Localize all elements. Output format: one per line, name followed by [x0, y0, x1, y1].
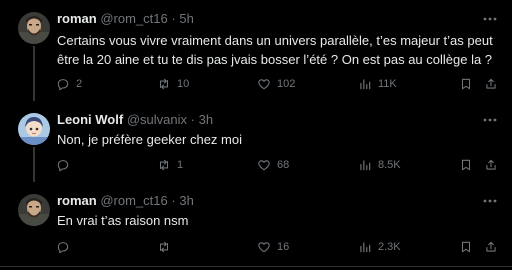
share-icon	[486, 159, 496, 170]
reply-button[interactable]	[56, 238, 76, 256]
handle[interactable]: @sulvanix	[127, 112, 187, 127]
views-button[interactable]: 8.5K	[358, 156, 401, 174]
tweet-header: roman @rom_ct16 · 5h	[57, 11, 194, 27]
views-button[interactable]: 2.3K	[358, 238, 401, 256]
repost-icon	[159, 241, 169, 253]
tweet-text: En vrai t’as raison nsm	[57, 213, 189, 228]
share-icon	[486, 241, 496, 252]
reply-icon	[57, 242, 69, 254]
thread-line	[33, 46, 35, 101]
reply-count: 2	[76, 78, 83, 90]
action-bar: 16 2.3K	[56, 238, 496, 256]
bookmark-icon	[461, 159, 471, 171]
timestamp[interactable]: 3h	[199, 112, 213, 127]
tweet-header: roman @rom_ct16 · 3h	[57, 193, 194, 209]
action-bar: 2 10 102 11K	[56, 75, 496, 93]
handle[interactable]: @rom_ct16	[100, 193, 167, 208]
heart-icon	[258, 79, 270, 90]
tweet-1[interactable]: roman @rom_ct16 · 5h Certains vous vivre…	[0, 0, 512, 101]
reply-icon	[57, 79, 69, 91]
avatar[interactable]	[18, 194, 50, 226]
views-icon	[360, 79, 371, 90]
repost-count: 1	[177, 159, 184, 171]
reply-button[interactable]	[56, 156, 76, 174]
bookmark-button[interactable]	[459, 238, 473, 256]
reply-button[interactable]: 2	[56, 75, 82, 93]
views-count: 2.3K	[378, 241, 401, 253]
tweet-text: Certains vous vivre vraiment dans un uni…	[57, 33, 493, 67]
bottom-divider	[0, 266, 512, 267]
share-button[interactable]	[484, 238, 498, 256]
like-button[interactable]: 68	[257, 156, 289, 174]
timestamp[interactable]: 3h	[179, 193, 193, 208]
bookmark-icon	[461, 241, 471, 253]
heart-icon	[258, 242, 270, 253]
bookmark-button[interactable]	[459, 75, 473, 93]
like-count: 16	[277, 241, 290, 253]
repost-button[interactable]	[157, 238, 177, 256]
like-count: 102	[277, 78, 296, 90]
timestamp[interactable]: 5h	[179, 11, 193, 26]
avatar[interactable]	[18, 12, 50, 44]
more-horizontal-icon[interactable]	[482, 194, 498, 210]
tweet-3[interactable]: roman @rom_ct16 · 3h En vrai t’as raison…	[0, 182, 512, 263]
like-button[interactable]: 16	[257, 238, 289, 256]
bookmark-button[interactable]	[459, 156, 473, 174]
views-count: 11K	[378, 78, 397, 90]
avatar[interactable]	[18, 113, 50, 145]
repost-button[interactable]: 10	[157, 75, 189, 93]
display-name[interactable]: Leoni Wolf	[57, 112, 123, 127]
tweet-header: Leoni Wolf @sulvanix · 3h	[57, 112, 213, 128]
reply-icon	[57, 160, 69, 172]
views-icon	[360, 160, 371, 171]
more-horizontal-icon[interactable]	[482, 113, 498, 129]
handle[interactable]: @rom_ct16	[100, 11, 167, 26]
separator: ·	[171, 193, 176, 208]
bookmark-icon	[461, 78, 471, 90]
views-count: 8.5K	[378, 159, 401, 171]
share-button[interactable]	[484, 156, 498, 174]
like-count: 68	[277, 159, 290, 171]
more-horizontal-icon[interactable]	[482, 12, 498, 28]
like-button[interactable]: 102	[257, 75, 295, 93]
repost-icon	[159, 78, 169, 90]
heart-icon	[258, 160, 270, 171]
share-button[interactable]	[484, 75, 498, 93]
repost-button[interactable]: 1	[157, 156, 183, 174]
repost-count: 10	[177, 78, 190, 90]
action-bar: 1 68 8.5K	[56, 156, 496, 174]
thread-line	[33, 147, 35, 182]
tweet-2[interactable]: Leoni Wolf @sulvanix · 3h Non, je préfèr…	[0, 101, 512, 182]
views-icon	[360, 242, 371, 253]
views-button[interactable]: 11K	[358, 75, 397, 93]
repost-icon	[159, 159, 169, 171]
display-name[interactable]: roman	[57, 11, 97, 26]
separator: ·	[171, 11, 176, 26]
separator: ·	[190, 112, 195, 127]
share-icon	[486, 78, 496, 89]
tweet-text: Non, je préfère geeker chez moi	[57, 132, 242, 147]
display-name[interactable]: roman	[57, 193, 97, 208]
